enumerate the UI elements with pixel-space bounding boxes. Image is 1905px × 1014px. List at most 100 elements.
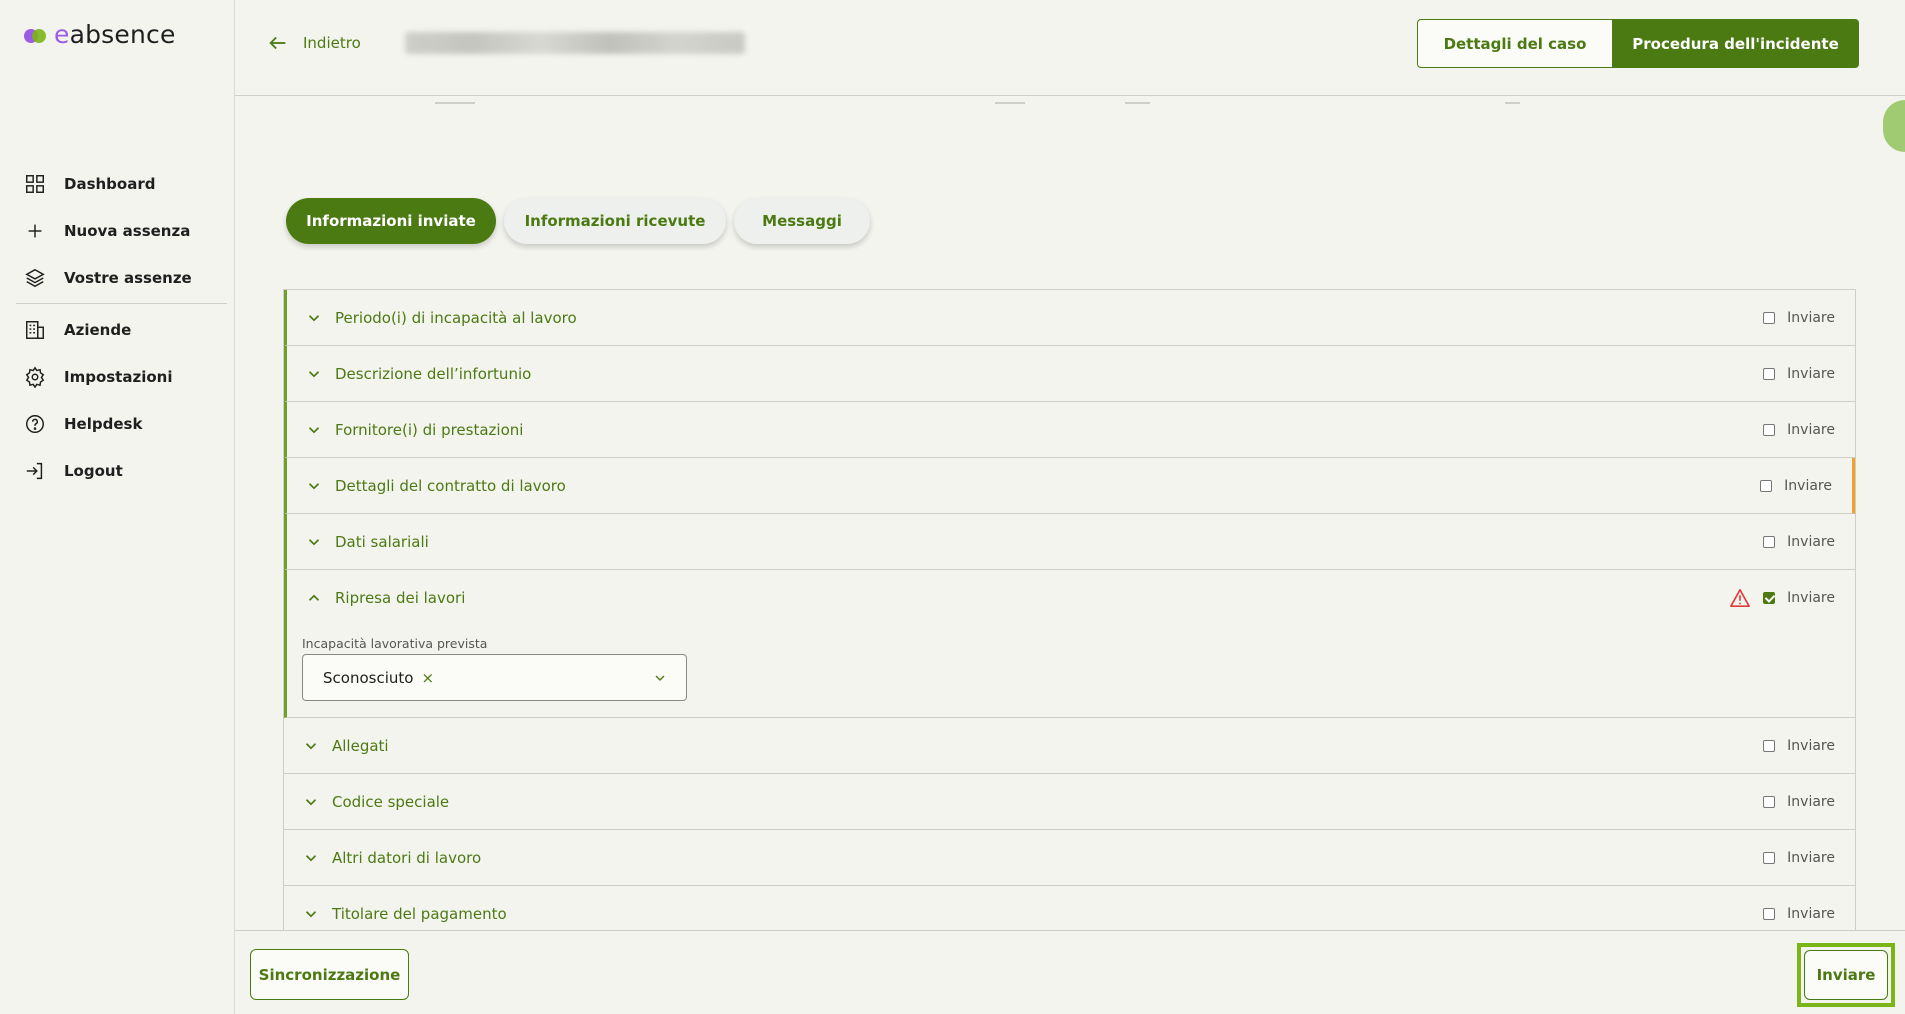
decorative-wave xyxy=(435,102,1520,104)
section-send-control: Inviare xyxy=(1763,346,1835,402)
send-checkbox[interactable] xyxy=(1763,908,1776,920)
sidebar-item-logout[interactable]: Logout xyxy=(16,447,227,494)
redacted-case-title xyxy=(405,32,745,54)
section-send-control: Inviare xyxy=(1729,570,1835,626)
sidebar-item-nuova-assenza[interactable]: Nuova assenza xyxy=(16,207,227,254)
section-title: Codice speciale xyxy=(332,792,450,811)
sidebar-item-label: Nuova assenza xyxy=(64,221,191,240)
section-title: Ripresa dei lavori xyxy=(335,589,466,607)
section-title: Dati salariali xyxy=(335,532,429,551)
section-send-control: Inviare xyxy=(1763,402,1835,458)
send-checkbox-label: Inviare xyxy=(1787,366,1835,382)
top-tabs: Dettagli del caso Procedura dell'inciden… xyxy=(1417,19,1859,68)
chevron-down-icon xyxy=(305,798,317,805)
tab-procedura-incidente[interactable]: Procedura dell'incidente xyxy=(1612,19,1859,68)
section-dettagli-contratto[interactable]: Dettagli del contratto di lavoro Inviare xyxy=(284,458,1855,514)
chevron-down-icon xyxy=(305,742,317,749)
section-titolare-pagamento[interactable]: Titolare del pagamento Inviare xyxy=(284,886,1855,930)
sidebar-item-label: Vostre assenze xyxy=(64,268,192,287)
send-checkbox[interactable] xyxy=(1763,592,1776,604)
send-checkbox-label: Inviare xyxy=(1787,590,1835,606)
help-circle-icon xyxy=(26,414,44,433)
chevron-up-icon xyxy=(308,594,320,601)
subtab-informazioni-inviate[interactable]: Informazioni inviate xyxy=(286,198,496,244)
send-checkbox-label: Inviare xyxy=(1784,478,1832,494)
send-checkbox[interactable] xyxy=(1763,424,1776,436)
sidebar-nav: Dashboard Nuova assenza Vostre assenze A… xyxy=(16,160,227,494)
subtabs: Informazioni inviate Informazioni ricevu… xyxy=(286,198,870,244)
sidebar-item-label: Dashboard xyxy=(64,174,156,193)
sidebar-item-helpdesk[interactable]: Helpdesk xyxy=(16,400,227,447)
section-send-control: Inviare xyxy=(1763,886,1835,930)
chevron-down-icon xyxy=(308,426,320,433)
layers-icon xyxy=(25,268,45,287)
section-title: Altri datori di lavoro xyxy=(332,848,482,867)
sidebar-item-impostazioni[interactable]: Impostazioni xyxy=(16,353,227,400)
section-title: Titolare del pagamento xyxy=(332,904,507,923)
section-dati-salariali[interactable]: Dati salariali Inviare xyxy=(284,514,1855,570)
bottom-bar: Sincronizzazione Inviare xyxy=(235,930,1905,1014)
sidebar-item-label: Logout xyxy=(64,461,123,480)
clear-selection-icon[interactable]: × xyxy=(421,669,434,687)
send-checkbox[interactable] xyxy=(1760,480,1773,492)
section-allegati[interactable]: Allegati Inviare xyxy=(284,718,1855,774)
section-fornitori-prestazioni[interactable]: Fornitore(i) di prestazioni Inviare xyxy=(284,402,1855,458)
send-checkbox-label: Inviare xyxy=(1787,534,1835,550)
send-checkbox[interactable] xyxy=(1763,368,1776,380)
send-checkbox[interactable] xyxy=(1763,852,1776,864)
arrow-left-icon xyxy=(269,36,286,50)
section-send-control: Inviare xyxy=(1763,290,1835,346)
send-checkbox-label: Inviare xyxy=(1787,906,1835,922)
section-send-control: Inviare xyxy=(1763,718,1835,774)
send-checkbox[interactable] xyxy=(1763,536,1776,548)
section-descrizione-infortunio[interactable]: Descrizione dell’infortunio Inviare xyxy=(284,346,1855,402)
send-checkbox[interactable] xyxy=(1763,740,1776,752)
section-header[interactable]: Ripresa dei lavori Inviare xyxy=(287,570,1855,626)
section-send-control: Inviare xyxy=(1763,514,1835,570)
nav-divider xyxy=(16,303,227,304)
chevron-down-icon xyxy=(308,538,320,545)
chevron-down-icon xyxy=(308,482,320,489)
sync-button[interactable]: Sincronizzazione xyxy=(250,949,409,1000)
send-checkbox-label: Inviare xyxy=(1787,310,1835,326)
section-ripresa-lavori: Ripresa dei lavori Inviare Incapacità la… xyxy=(284,570,1855,718)
subtab-informazioni-ricevute[interactable]: Informazioni ricevute xyxy=(504,198,726,244)
section-title: Fornitore(i) di prestazioni xyxy=(335,420,524,439)
chevron-down-icon xyxy=(305,854,317,861)
field-label-incapacita: Incapacità lavorativa prevista xyxy=(302,636,488,651)
tab-dettagli-del-caso[interactable]: Dettagli del caso xyxy=(1417,19,1612,68)
back-label: Indietro xyxy=(303,34,361,52)
chevron-down-icon xyxy=(308,370,320,377)
section-send-control: Inviare xyxy=(1760,458,1832,514)
section-codice-speciale[interactable]: Codice speciale Inviare xyxy=(284,774,1855,830)
select-value: Sconosciuto xyxy=(323,668,414,687)
back-link[interactable]: Indietro xyxy=(267,32,361,54)
section-periodi-incapacita[interactable]: Periodo(i) di incapacità al lavoro Invia… xyxy=(284,290,1855,346)
sidebar-item-dashboard[interactable]: Dashboard xyxy=(16,160,227,207)
incapacita-select[interactable]: Sconosciuto × xyxy=(302,654,687,701)
send-checkbox-label: Inviare xyxy=(1787,850,1835,866)
top-bar: Indietro Dettagli del caso Procedura del… xyxy=(235,0,1905,96)
sidebar-item-vostre-assenze[interactable]: Vostre assenze xyxy=(16,254,227,301)
sidebar-item-label: Impostazioni xyxy=(64,367,173,386)
section-send-control: Inviare xyxy=(1763,774,1835,830)
send-checkbox-label: Inviare xyxy=(1787,794,1835,810)
logo[interactable]: eabsence xyxy=(24,20,176,49)
chevron-down-icon xyxy=(308,314,320,321)
section-title: Allegati xyxy=(332,736,389,755)
section-title: Dettagli del contratto di lavoro xyxy=(335,476,566,495)
send-checkbox[interactable] xyxy=(1763,312,1776,324)
sidebar-item-aziende[interactable]: Aziende xyxy=(16,306,227,353)
warning-icon xyxy=(1730,589,1751,607)
section-altri-datori[interactable]: Altri datori di lavoro Inviare xyxy=(284,830,1855,886)
section-title: Descrizione dell’infortunio xyxy=(335,364,532,383)
subtab-messaggi[interactable]: Messaggi xyxy=(734,198,870,244)
send-checkbox[interactable] xyxy=(1763,796,1776,808)
plus-icon xyxy=(28,224,42,237)
decorative-leaf xyxy=(1883,100,1905,152)
sidebar-item-label: Aziende xyxy=(64,320,132,339)
send-button[interactable]: Inviare xyxy=(1804,950,1888,1000)
logout-icon xyxy=(26,462,43,479)
gear-icon xyxy=(25,366,45,388)
chevron-down-icon[interactable] xyxy=(652,670,668,686)
